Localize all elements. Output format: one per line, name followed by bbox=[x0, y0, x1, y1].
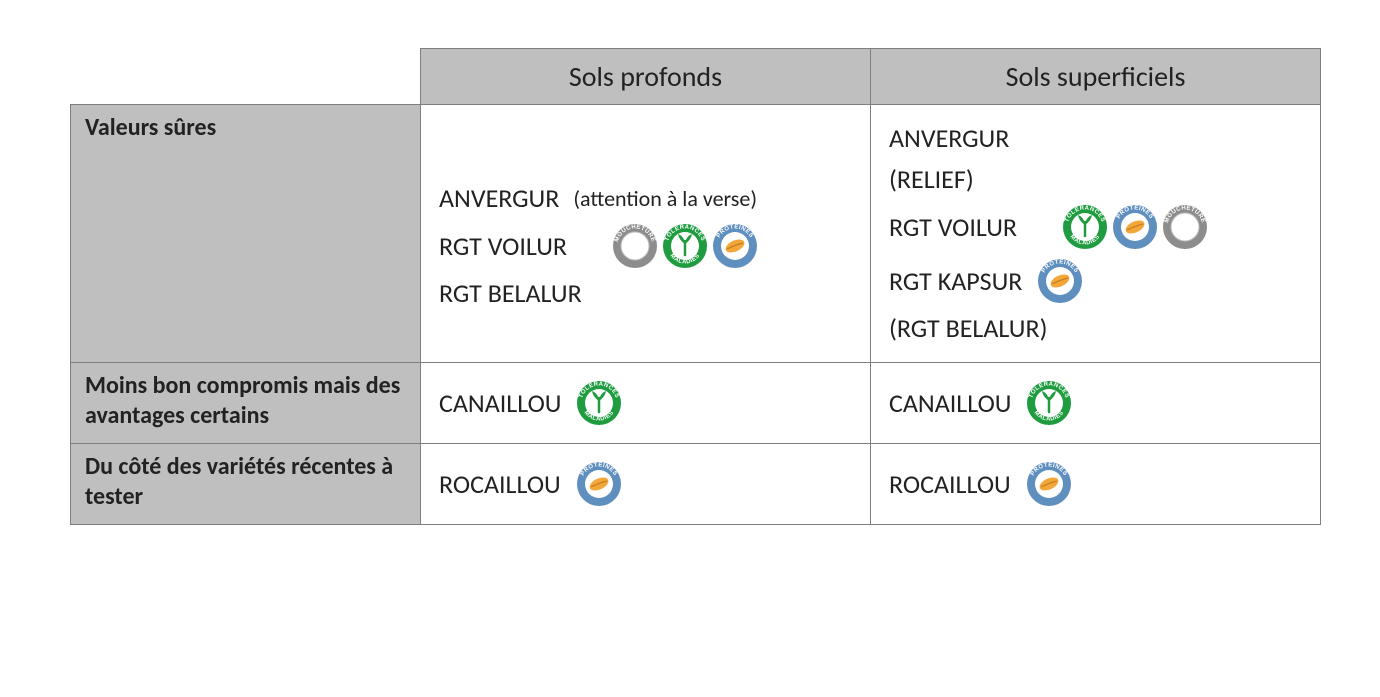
variety-name: ROCAILLOU bbox=[439, 467, 561, 502]
proteines-icon: PROTEINES bbox=[1025, 460, 1073, 508]
variety-name: CANAILLOU bbox=[439, 386, 561, 421]
variety-entry: ROCAILLOU PROTEINES bbox=[889, 460, 1302, 508]
badges: TOLERANCES MALADIES PROTEINES MOUCHETURE bbox=[1061, 203, 1209, 251]
badges: TOLERANCES MALADIES bbox=[575, 379, 623, 427]
cell-recentes-superficiels: ROCAILLOU PROTEINES bbox=[871, 444, 1321, 525]
proteines-icon: PROTEINES bbox=[1036, 257, 1084, 305]
row-header-valeurs-sures: Valeurs sûres bbox=[71, 105, 421, 363]
row-header-compromis: Moins bon compromis mais des avantages c… bbox=[71, 363, 421, 444]
cell-valeurs-sures-superficiels: ANVERGUR (RELIEF) RGT VOILUR TOLERANCES … bbox=[871, 105, 1321, 363]
table-row: Moins bon compromis mais des avantages c… bbox=[71, 363, 1321, 444]
variety-name: (RGT BELALUR) bbox=[889, 311, 1047, 346]
proteines-icon: PROTEINES bbox=[575, 460, 623, 508]
proteines-icon: PROTEINES bbox=[1111, 203, 1159, 251]
variety-entry: CANAILLOU TOLERANCES MALADIES bbox=[889, 379, 1302, 427]
badges: MOUCHETURE TOLERANCES MALADIES PROTEINES bbox=[611, 222, 759, 270]
variety-name: RGT KAPSUR bbox=[889, 264, 1022, 299]
table-row: Valeurs sûres ANVERGUR (attention à la v… bbox=[71, 105, 1321, 363]
moucheture-icon: MOUCHETURE bbox=[1161, 203, 1209, 251]
variety-entry: RGT VOILUR MOUCHETURE TOLERANCES MALADIE… bbox=[439, 222, 852, 270]
variety-name: CANAILLOU bbox=[889, 386, 1011, 421]
header-row: Sols profonds Sols superficiels bbox=[71, 49, 1321, 105]
col-header-profonds: Sols profonds bbox=[421, 49, 871, 105]
cell-valeurs-sures-profonds: ANVERGUR (attention à la verse) RGT VOIL… bbox=[421, 105, 871, 363]
variety-name: RGT VOILUR bbox=[439, 229, 567, 264]
variety-entry: (RELIEF) bbox=[889, 162, 1302, 197]
badges: PROTEINES bbox=[1025, 460, 1073, 508]
badges: TOLERANCES MALADIES bbox=[1025, 379, 1073, 427]
variety-name: ANVERGUR bbox=[889, 121, 1009, 156]
col-header-superficiels: Sols superficiels bbox=[871, 49, 1321, 105]
variety-entry: RGT KAPSUR PROTEINES bbox=[889, 257, 1302, 305]
variety-name: ANVERGUR bbox=[439, 181, 559, 216]
variety-entry: (RGT BELALUR) bbox=[889, 311, 1302, 346]
variety-entry: ANVERGUR bbox=[889, 121, 1302, 156]
variety-name: RGT VOILUR bbox=[889, 210, 1017, 245]
varieties-table: Sols profonds Sols superficiels Valeurs … bbox=[70, 48, 1321, 525]
empty-corner bbox=[71, 49, 421, 105]
tolerances-icon: TOLERANCES MALADIES bbox=[661, 222, 709, 270]
variety-note: (attention à la verse) bbox=[573, 184, 757, 214]
variety-name: ROCAILLOU bbox=[889, 467, 1011, 502]
cell-compromis-profonds: CANAILLOU TOLERANCES MALADIES bbox=[421, 363, 871, 444]
variety-name: RGT BELALUR bbox=[439, 276, 582, 311]
variety-name: (RELIEF) bbox=[889, 162, 974, 197]
row-header-recentes: Du côté des variétés récentes à tester bbox=[71, 444, 421, 525]
variety-entry: RGT BELALUR bbox=[439, 276, 852, 311]
table-row: Du côté des variétés récentes à tester R… bbox=[71, 444, 1321, 525]
variety-entry: CANAILLOU TOLERANCES MALADIES bbox=[439, 379, 852, 427]
cell-compromis-superficiels: CANAILLOU TOLERANCES MALADIES bbox=[871, 363, 1321, 444]
proteines-icon: PROTEINES bbox=[711, 222, 759, 270]
tolerances-icon: TOLERANCES MALADIES bbox=[1025, 379, 1073, 427]
tolerances-icon: TOLERANCES MALADIES bbox=[1061, 203, 1109, 251]
badges: PROTEINES bbox=[1036, 257, 1084, 305]
variety-entry: ROCAILLOU PROTEINES bbox=[439, 460, 852, 508]
moucheture-icon: MOUCHETURE bbox=[611, 222, 659, 270]
badges: PROTEINES bbox=[575, 460, 623, 508]
variety-entry: ANVERGUR (attention à la verse) bbox=[439, 181, 852, 216]
tolerances-icon: TOLERANCES MALADIES bbox=[575, 379, 623, 427]
cell-recentes-profonds: ROCAILLOU PROTEINES bbox=[421, 444, 871, 525]
variety-entry: RGT VOILUR TOLERANCES MALADIES PROTEINES… bbox=[889, 203, 1302, 251]
